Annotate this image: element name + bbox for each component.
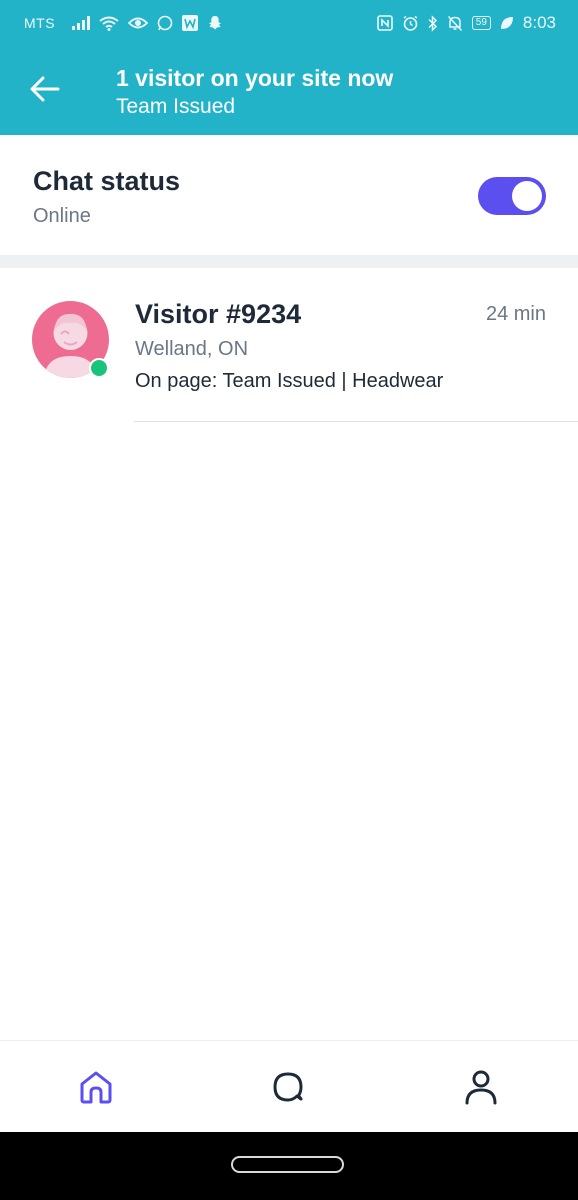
leaf-icon bbox=[500, 16, 514, 30]
wifi-icon bbox=[99, 16, 119, 31]
row-divider bbox=[134, 421, 578, 422]
clock: 8:03 bbox=[522, 13, 556, 32]
back-arrow-icon bbox=[30, 76, 60, 107]
w-app-icon bbox=[182, 15, 199, 31]
app-header: 1 visitor on your site now Team Issued bbox=[0, 46, 578, 135]
nav-chats-button[interactable] bbox=[266, 1067, 310, 1111]
system-navigation-bar bbox=[0, 1132, 578, 1200]
nav-home-button[interactable] bbox=[74, 1067, 118, 1111]
visitor-current-page: On page: Team Issued | Headwear bbox=[135, 370, 444, 392]
system-home-pill[interactable] bbox=[231, 1156, 344, 1173]
visitor-name: Visitor #9234 bbox=[135, 299, 302, 329]
back-button[interactable] bbox=[26, 72, 64, 110]
chat-icon bbox=[270, 1069, 306, 1110]
chat-status-value: Online bbox=[33, 205, 91, 227]
signal-icon bbox=[72, 16, 91, 30]
alarm-icon bbox=[402, 15, 419, 32]
visitor-time: 24 min bbox=[485, 303, 546, 325]
status-bar: MTS 59 8:03 bbox=[0, 0, 578, 46]
snapchat-icon bbox=[207, 15, 223, 31]
status-bar-right: 59 8:03 bbox=[376, 13, 556, 33]
page-title: 1 visitor on your site now bbox=[116, 65, 394, 91]
chat-status-section: Chat status Online bbox=[0, 135, 578, 255]
profile-icon bbox=[464, 1069, 498, 1110]
nav-profile-button[interactable] bbox=[459, 1067, 503, 1111]
mute-bell-icon bbox=[447, 15, 463, 32]
eye-icon bbox=[128, 16, 149, 30]
home-icon bbox=[78, 1070, 114, 1109]
carrier-label: MTS bbox=[24, 15, 56, 31]
nfc-icon bbox=[376, 15, 393, 31]
toggle-knob bbox=[512, 181, 542, 211]
bottom-navigation bbox=[0, 1040, 578, 1133]
battery-icon: 59 bbox=[471, 16, 491, 30]
bluetooth-icon bbox=[428, 14, 438, 32]
page-subtitle: Team Issued bbox=[116, 95, 236, 118]
chat-status-label: Chat status bbox=[33, 166, 181, 196]
status-bar-left: MTS bbox=[24, 15, 223, 31]
section-divider bbox=[0, 255, 578, 268]
chat-status-toggle[interactable] bbox=[478, 177, 546, 215]
visitor-list-item[interactable]: Visitor #9234 24 min Welland, ON On page… bbox=[0, 268, 578, 422]
visitor-location: Welland, ON bbox=[135, 338, 249, 360]
online-indicator bbox=[89, 358, 109, 378]
whatsapp-icon bbox=[157, 15, 173, 31]
